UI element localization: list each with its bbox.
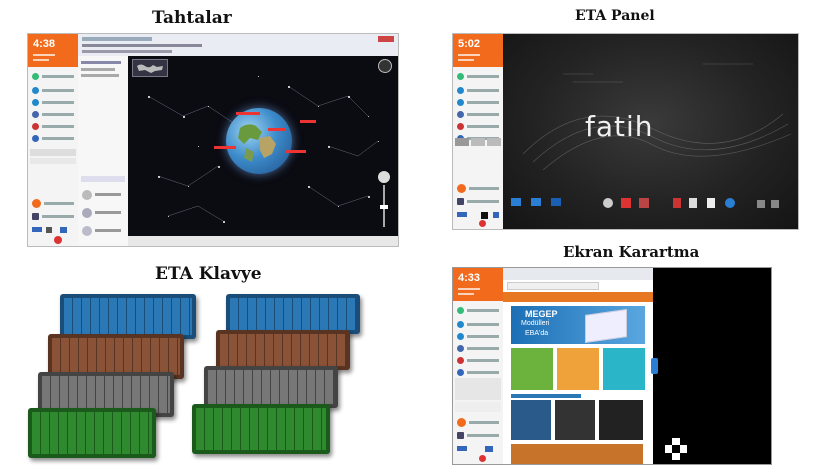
fatih-logo: fatih: [585, 110, 654, 143]
sidebar-item[interactable]: [32, 134, 74, 143]
keyboard-blue: [60, 294, 196, 339]
sidebar-item[interactable]: [32, 72, 74, 81]
tahtalar-screenshot: 4:38: [27, 33, 399, 247]
layers-panel: [78, 56, 129, 246]
title-eta-panel: ETA Panel: [575, 8, 655, 24]
title-eta-klavye: ETA Klavye: [155, 264, 262, 284]
keyboard-stack-right: [192, 292, 362, 457]
eta-panel-clock: 5:02: [453, 34, 503, 67]
sidebar-item[interactable]: [457, 344, 499, 353]
title-ekran-karartma: Ekran Karartma: [563, 243, 700, 261]
zoom-slider[interactable]: [378, 171, 390, 229]
keyboard-gray: [204, 366, 338, 408]
video-thumbnail[interactable]: [555, 400, 595, 440]
sidebar-item[interactable]: [457, 98, 499, 107]
tahtalar-sidebar: 4:38: [28, 34, 79, 246]
content-tile[interactable]: [511, 348, 553, 390]
globe-icon[interactable]: [226, 108, 292, 174]
banner-subtitle: EBA'da: [525, 330, 549, 337]
banner-subtitle: Modülleri: [521, 320, 550, 327]
browser-page: MEGEP Modülleri EBA'da: [503, 268, 653, 464]
sidebar-item[interactable]: [457, 110, 499, 119]
content-tile[interactable]: [557, 348, 599, 390]
sidebar-item[interactable]: [457, 197, 499, 206]
sidebar-item[interactable]: [457, 332, 499, 341]
sidebar-item[interactable]: [32, 199, 74, 208]
eta-panel-sidebar: 5:02: [453, 34, 504, 229]
clock-time: 5:02: [458, 38, 481, 50]
keyboard-blue: [226, 294, 360, 334]
sidebar-item[interactable]: [32, 212, 74, 221]
expand-handle[interactable]: [651, 358, 658, 374]
sidebar-item[interactable]: [457, 306, 499, 315]
video-thumbnail[interactable]: [599, 400, 643, 440]
sidebar-item[interactable]: [32, 86, 74, 95]
chalkboard-wallpaper: fatih: [503, 34, 798, 229]
move-control[interactable]: [665, 438, 687, 460]
ekran-karartma-screenshot: 4:33 MEGEP Modülleri EBA'da: [452, 267, 772, 465]
eta-panel-screenshot: 5:02 fatih: [452, 33, 799, 230]
megep-banner[interactable]: MEGEP Modülleri EBA'da: [511, 306, 645, 344]
keyboard-green: [28, 408, 156, 458]
sidebar-item[interactable]: [32, 122, 74, 131]
sidebar-item[interactable]: [457, 356, 499, 365]
ekran-karartma-sidebar: 4:33: [453, 268, 504, 464]
space-view[interactable]: [128, 56, 398, 236]
dark-overlay[interactable]: [653, 268, 771, 464]
sidebar-item[interactable]: [457, 418, 499, 427]
sidebar-item[interactable]: [457, 320, 499, 329]
sidebar-item[interactable]: [457, 431, 499, 440]
ekran-karartma-clock: 4:33: [453, 268, 503, 301]
keyboard-brown: [216, 330, 350, 370]
sidebar-item[interactable]: [457, 184, 499, 193]
title-tahtalar: Tahtalar: [152, 8, 232, 28]
content-tile[interactable]: [603, 348, 645, 390]
video-thumbnail[interactable]: [511, 400, 551, 440]
sidebar-item[interactable]: [457, 72, 499, 81]
clock-time: 4:38: [33, 38, 56, 50]
keyboard-stack-left: [28, 292, 198, 458]
sidebar-item[interactable]: [457, 122, 499, 131]
sidebar-item[interactable]: [32, 110, 74, 119]
sidebar-item[interactable]: [457, 368, 499, 377]
sidebar-item[interactable]: [32, 98, 74, 107]
keyboard-green: [192, 404, 330, 454]
clock-time: 4:33: [458, 272, 481, 284]
banner-title: MEGEP: [525, 309, 558, 319]
tahtalar-clock: 4:38: [28, 34, 78, 67]
sidebar-item[interactable]: [457, 86, 499, 95]
